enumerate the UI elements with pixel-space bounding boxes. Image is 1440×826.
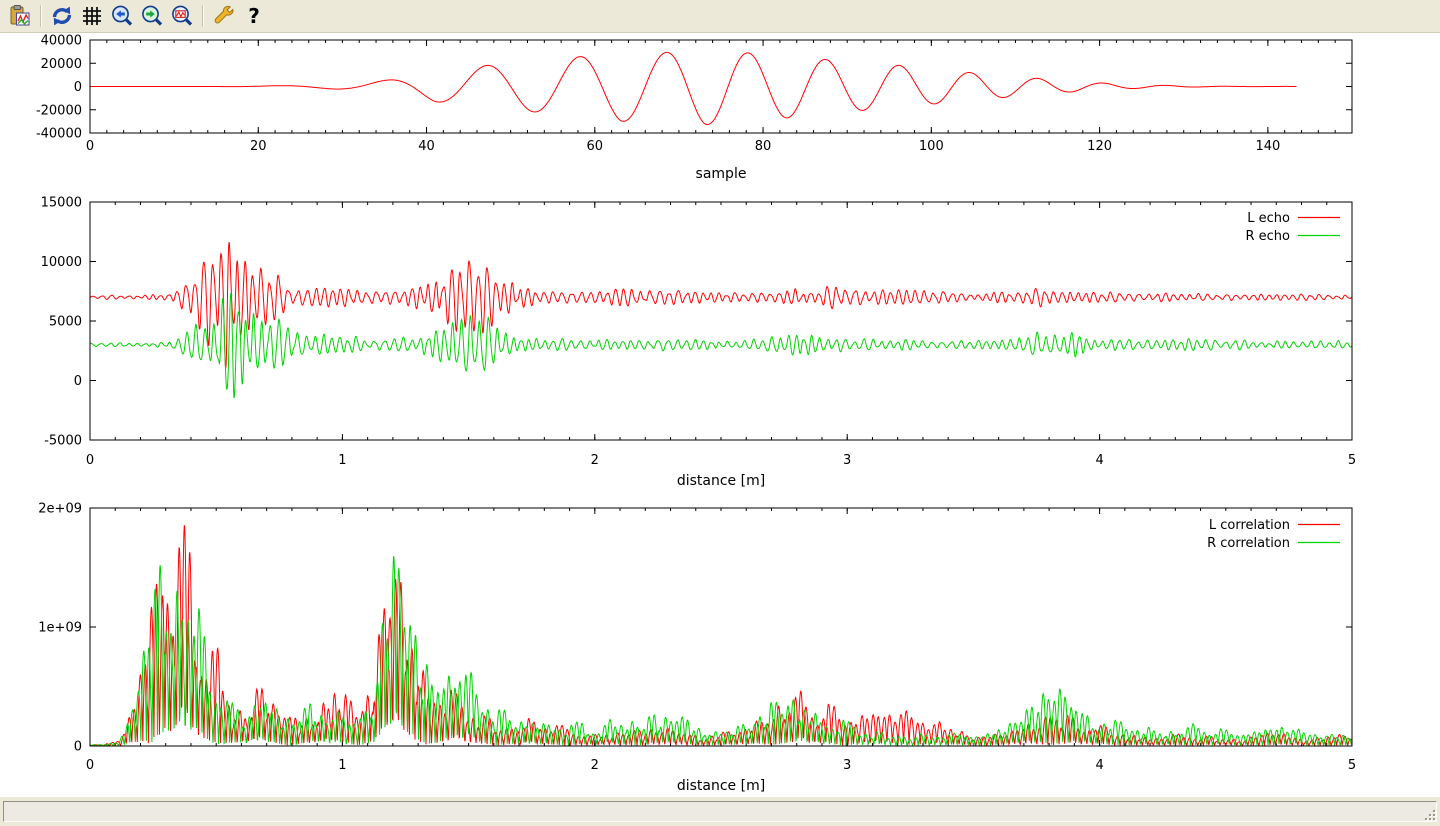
toolbar: ? <box>0 0 1440 33</box>
copy-to-clipboard-button[interactable] <box>5 2 35 30</box>
x-tick-label: 100 <box>919 139 944 154</box>
x-tick-label: 5 <box>1348 453 1356 468</box>
copy-chart-icon <box>8 4 32 28</box>
x-tick-label: 80 <box>755 139 772 154</box>
zoom-previous-icon <box>110 4 134 28</box>
x-tick-label: 5 <box>1348 758 1356 773</box>
x-tick-label: 4 <box>1095 758 1103 773</box>
resize-grip-icon[interactable] <box>1423 807 1437 821</box>
plot-area[interactable]: 020406080100120140-40000-200000200004000… <box>0 33 1440 797</box>
x-axis-label: distance [m] <box>677 473 765 489</box>
series-r-echo <box>90 293 1352 398</box>
x-tick-label: 20 <box>250 139 267 154</box>
autoscale-button[interactable] <box>167 2 197 30</box>
plot-border <box>90 508 1352 746</box>
chart-1: 0 20 40 60 80 100 120 140 -40000 -20000 0 20000 4000… <box>36 34 1352 183</box>
y-tick-label: 20000 <box>41 57 82 72</box>
y-tick-label: -40000 <box>36 127 82 142</box>
x-tick-label: 0 <box>86 758 94 773</box>
x-tick-label: 4 <box>1095 453 1103 468</box>
x-axis-label: sample <box>696 166 747 182</box>
x-tick-label: 60 <box>587 139 604 154</box>
toggle-grid-button[interactable] <box>77 2 107 30</box>
svg-text:?: ? <box>248 4 260 28</box>
y-tick-label: -5000 <box>44 434 82 449</box>
series-lines <box>90 52 1297 124</box>
x-tick-label: 0 <box>86 139 94 154</box>
gnuplot-window: ? 020406080100120140-40000-2000002000040… <box>0 0 1440 825</box>
plot-border <box>90 40 1352 133</box>
legend-label: L correlation <box>1209 518 1290 533</box>
charts-svg[interactable]: 020406080100120140-40000-200000200004000… <box>0 33 1440 797</box>
help-icon: ? <box>242 4 266 28</box>
y-tick-label: 0 <box>74 80 82 95</box>
refresh-icon <box>50 4 74 28</box>
x-tick-label: 2 <box>591 758 599 773</box>
grid-icon <box>80 4 104 28</box>
x-tick-label: 3 <box>843 758 851 773</box>
configure-button[interactable] <box>209 2 239 30</box>
y-tick-label: 0 <box>74 374 82 389</box>
series-l-echo <box>90 242 1352 368</box>
y-tick-label: 1e+09 <box>38 621 82 636</box>
status-text-field <box>3 801 1437 822</box>
legend: L echo R echo <box>1245 211 1340 244</box>
x-tick-label: 40 <box>418 139 435 154</box>
series-l-correlation <box>90 525 1352 746</box>
chart-2: 0 1 2 3 4 5 -5000 0 5000 10000 15000 L echo R echo di… <box>41 196 1357 490</box>
toolbar-separator <box>202 5 204 27</box>
x-tick-label: 1 <box>338 453 346 468</box>
replot-button[interactable] <box>47 2 77 30</box>
toolbar-separator <box>40 5 42 27</box>
x-tick-label: 2 <box>591 453 599 468</box>
help-button[interactable]: ? <box>239 2 269 30</box>
x-axis-label: distance [m] <box>677 778 765 794</box>
legend-label: R correlation <box>1207 536 1290 551</box>
y-tick-label: 5000 <box>49 315 82 330</box>
series-signal <box>90 52 1297 124</box>
x-tick-label: 120 <box>1087 139 1112 154</box>
y-tick-label: 15000 <box>41 196 82 211</box>
y-tick-label: 0 <box>74 740 82 755</box>
legend: L correlation R correlation <box>1207 518 1340 551</box>
wrench-icon <box>212 4 236 28</box>
x-tick-label: 1 <box>338 758 346 773</box>
y-tick-label: 40000 <box>41 34 82 49</box>
y-tick-label: 2e+09 <box>38 502 82 517</box>
x-tick-label: 3 <box>843 453 851 468</box>
zoom-next-icon <box>140 4 164 28</box>
y-tick-label: 10000 <box>41 255 82 270</box>
axis-ticks <box>90 40 1352 133</box>
zoom-next-button[interactable] <box>137 2 167 30</box>
legend-label: R echo <box>1245 229 1290 244</box>
series-lines <box>90 242 1352 397</box>
zoom-previous-button[interactable] <box>107 2 137 30</box>
status-bar <box>0 797 1440 825</box>
legend-label: L echo <box>1247 211 1290 226</box>
series-lines <box>90 525 1352 746</box>
chart-3: 0 1 2 3 4 5 0 1e+09 2e+09 L correlation R correlat… <box>38 502 1356 795</box>
x-tick-label: 0 <box>86 453 94 468</box>
y-tick-label: -20000 <box>36 103 82 118</box>
axis-ticks <box>90 508 1352 746</box>
zoom-autoscale-icon <box>170 4 194 28</box>
x-tick-label: 140 <box>1255 139 1280 154</box>
